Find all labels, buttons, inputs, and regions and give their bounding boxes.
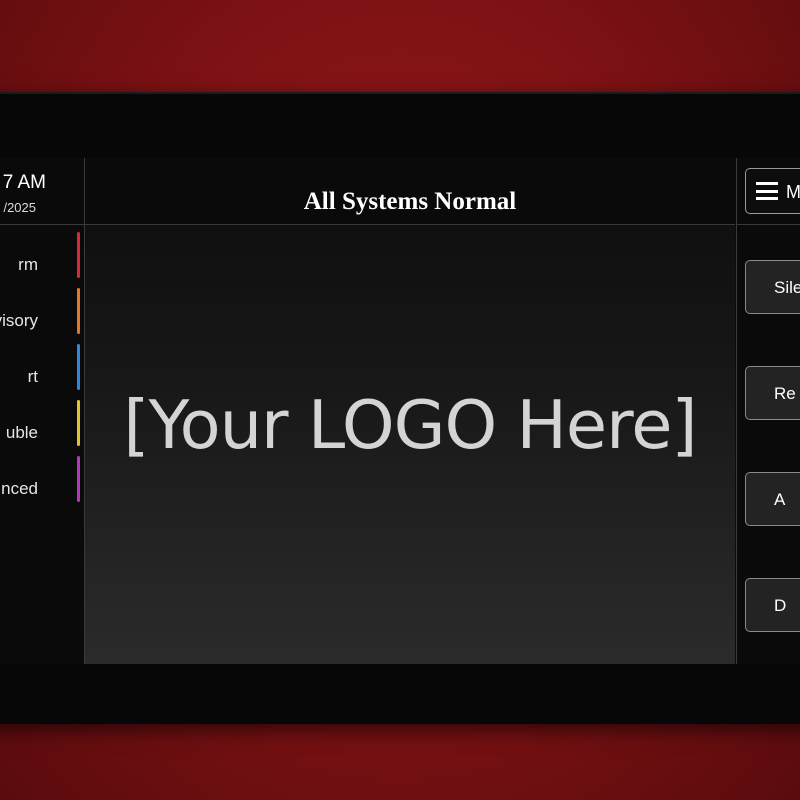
menu-button[interactable]: M [745,168,800,214]
status-color-bar [77,344,80,390]
clock-time: 7 AM [2,172,46,193]
status-item-supervisory[interactable]: pervisory [0,284,84,340]
menu-header: M [737,158,800,225]
button-label: Sile [774,278,800,297]
status-color-bar [77,400,80,446]
bezel-rim [0,92,800,94]
acknowledge-button[interactable]: A [745,472,800,526]
button-label: A [774,490,786,509]
clock-date: /2025 [3,200,36,215]
button-label: D [774,596,787,615]
button-label: Re [774,384,796,403]
status-list: rm pervisory rt uble nced [0,228,84,508]
status-item-trouble[interactable]: uble [0,396,84,452]
page-title: All Systems Normal [303,188,517,215]
status-color-bar [77,288,80,334]
status-item-label: nced [1,479,38,498]
main-display: All Systems Normal [Your LOGO Here] [85,158,735,664]
panel-screen: 7 AM /2025 rm pervisory rt uble nced [0,158,800,664]
status-item-label: rm [18,255,38,274]
status-header: All Systems Normal [85,158,735,225]
status-sidebar: 7 AM /2025 rm pervisory rt uble nced [0,158,85,664]
status-item-label: uble [5,423,38,442]
status-item-advanced[interactable]: nced [0,452,84,508]
status-item-alarm[interactable]: rm [0,228,84,284]
logo-placeholder: [Your LOGO Here] [123,386,697,464]
status-item-label: pervisory [0,311,38,330]
menu-label: M [786,182,800,202]
reset-button[interactable]: Re [745,366,800,420]
status-color-bar [77,456,80,502]
clock: 7 AM /2025 [0,158,84,225]
action-sidebar: M Sile Re A D [736,158,800,664]
status-item-alert[interactable]: rt [0,340,84,396]
silence-button[interactable]: Sile [745,260,800,314]
status-color-bar [77,232,80,278]
status-item-label: rt [27,367,38,386]
hamburger-icon [756,182,778,200]
drill-button[interactable]: D [745,578,800,632]
